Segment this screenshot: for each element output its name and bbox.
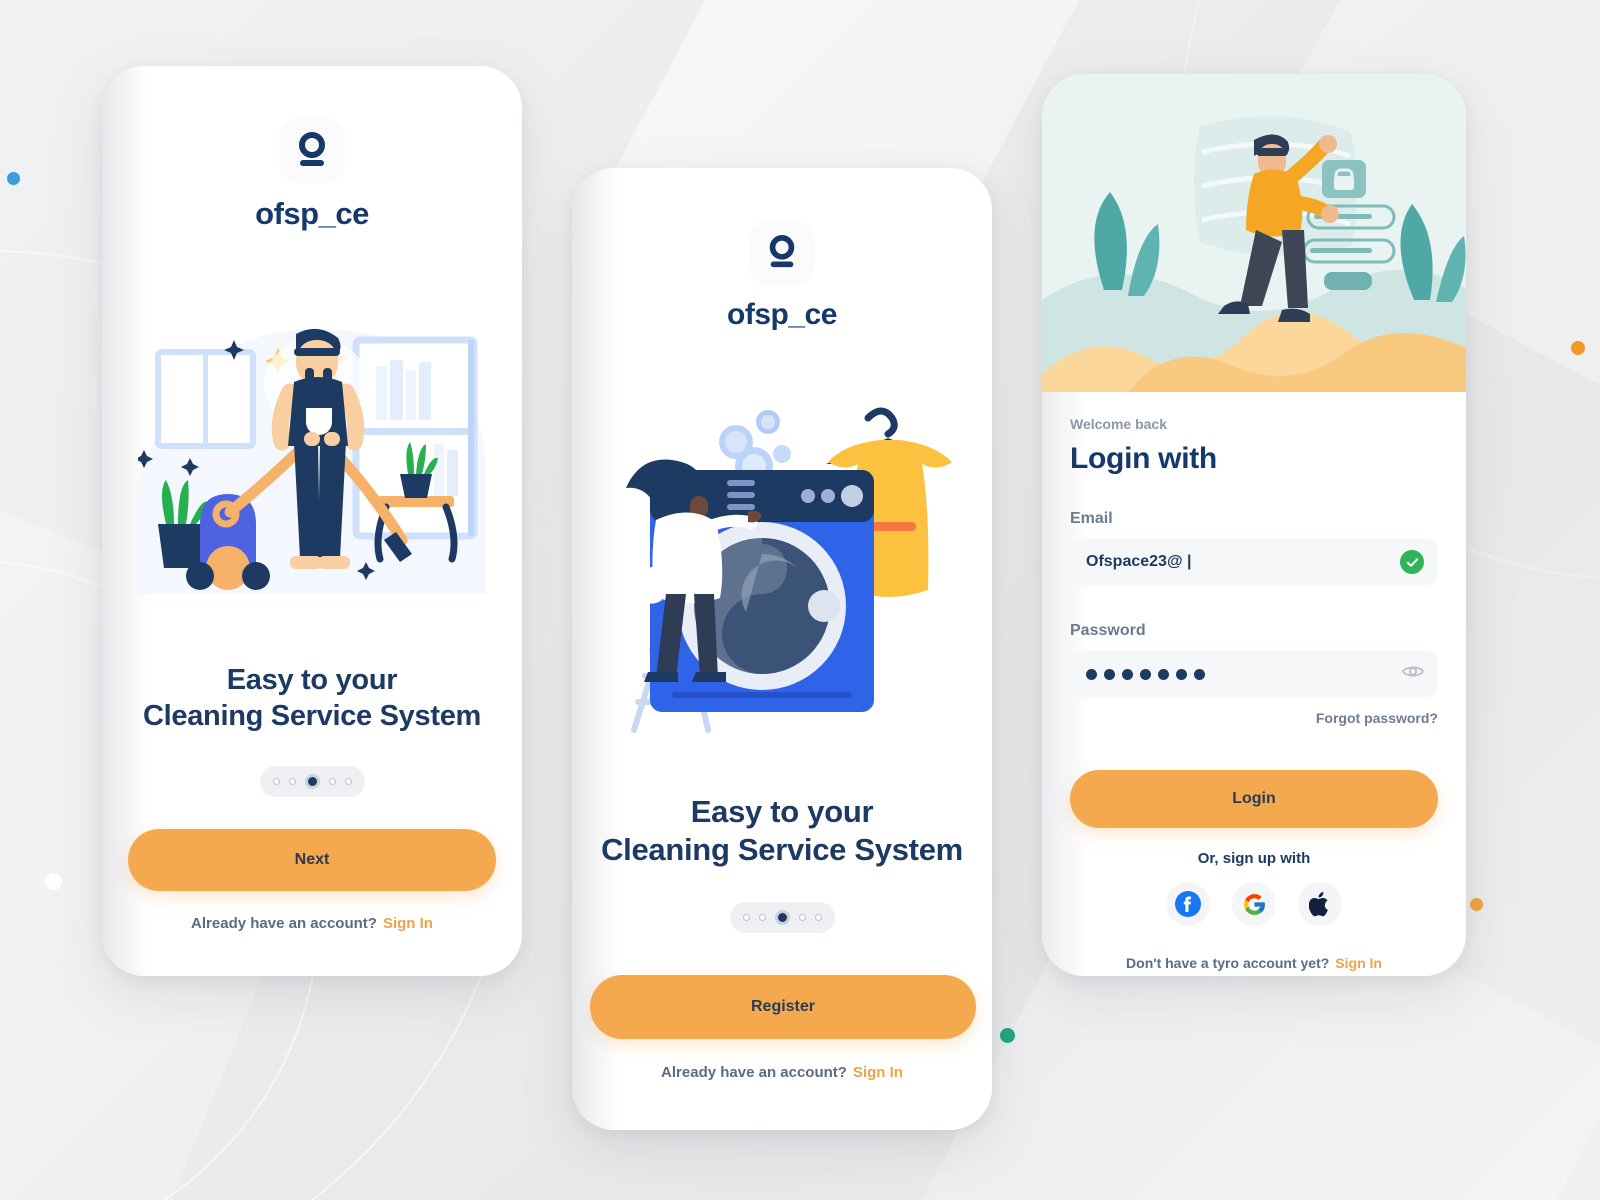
social-login-row bbox=[1042, 882, 1466, 926]
password-field[interactable] bbox=[1070, 651, 1438, 697]
email-field[interactable]: Ofspace23@ | bbox=[1070, 539, 1438, 585]
register-button[interactable]: Register bbox=[590, 975, 976, 1039]
sign-in-link[interactable]: Sign In bbox=[1335, 955, 1382, 971]
onboarding-2-headline: Easy to your Cleaning Service System bbox=[572, 793, 992, 869]
email-value: Ofspace23@ | bbox=[1086, 553, 1192, 570]
brand-name: ofsp_ce bbox=[727, 298, 837, 331]
page-dot-1[interactable] bbox=[742, 914, 750, 921]
cleaner-vacuuming-illustration bbox=[135, 324, 486, 594]
password-mask bbox=[1086, 668, 1205, 680]
sign-in-link[interactable]: Sign In bbox=[853, 1064, 903, 1081]
onboarding-1-footer: Already have an account? Sign In bbox=[102, 915, 522, 932]
login-form: Welcome back Login with Email Ofspace23@… bbox=[1042, 392, 1466, 976]
footer-text: Already have an account? bbox=[661, 1064, 847, 1081]
onboarding-2-footer: Already have an account? Sign In bbox=[572, 1064, 992, 1081]
login-footer: Don't have a tyro account yet? Sign In bbox=[1042, 955, 1466, 971]
or-sign-up-label: Or, sign up with bbox=[1197, 850, 1311, 867]
onboarding-screen-2: ofsp_ce Easy to your Cleaning Service Sy… bbox=[572, 168, 992, 1130]
circle-bar-logo-icon bbox=[279, 118, 345, 184]
page-dot-1[interactable] bbox=[272, 778, 280, 785]
google-icon[interactable] bbox=[1232, 882, 1276, 926]
footer-text: Don't have a tyro account yet? bbox=[1126, 955, 1330, 971]
sign-in-link[interactable]: Sign In bbox=[383, 915, 433, 932]
headline-line-1: Easy to your bbox=[226, 664, 398, 696]
headline-line-1: Easy to your bbox=[690, 794, 874, 829]
page-title: Login with bbox=[1070, 442, 1217, 475]
onboarding-2-pagination[interactable] bbox=[572, 902, 992, 933]
login-screen: Welcome back Login with Email Ofspace23@… bbox=[1042, 74, 1466, 976]
next-button[interactable]: Next bbox=[128, 829, 496, 891]
headline-line-2: Cleaning Service System bbox=[601, 832, 963, 868]
blue-dot bbox=[7, 172, 20, 185]
check-circle-icon bbox=[1400, 550, 1424, 574]
page-dot-2[interactable] bbox=[758, 914, 766, 921]
orange-dot-lower-right bbox=[1470, 898, 1483, 911]
page-dot-3-active[interactable] bbox=[774, 910, 790, 925]
mockup-canvas: ofsp_ce Easy to your Cleaning Service Sy… bbox=[0, 0, 1600, 1200]
man-login-form-illustration bbox=[1042, 74, 1466, 392]
forgot-password-link[interactable]: Forgot password? bbox=[1316, 710, 1438, 726]
email-label: Email bbox=[1070, 510, 1113, 527]
orange-dot-right bbox=[1571, 341, 1585, 355]
headline-line-2: Cleaning Service System bbox=[142, 699, 482, 732]
onboarding-1-headline: Easy to your Cleaning Service System bbox=[102, 663, 522, 734]
eye-icon[interactable] bbox=[1402, 664, 1424, 684]
footer-text: Already have an account? bbox=[191, 915, 377, 932]
brand-name: ofsp_ce bbox=[255, 196, 369, 231]
white-dot bbox=[45, 873, 62, 890]
welcome-text: Welcome back bbox=[1070, 416, 1168, 432]
apple-icon[interactable] bbox=[1298, 882, 1342, 926]
page-dot-5[interactable] bbox=[814, 914, 822, 921]
login-button[interactable]: Login bbox=[1070, 770, 1438, 828]
facebook-icon[interactable] bbox=[1166, 882, 1210, 926]
page-dot-2[interactable] bbox=[288, 778, 296, 785]
page-dot-4[interactable] bbox=[328, 778, 336, 785]
circle-bar-logo-icon bbox=[749, 220, 815, 286]
page-dot-3-active[interactable] bbox=[304, 774, 320, 789]
woman-washing-machine-illustration bbox=[612, 400, 960, 750]
onboarding-1-pagination[interactable] bbox=[102, 766, 522, 797]
brand-logo-block: ofsp_ce bbox=[102, 118, 522, 232]
brand-logo-block: ofsp_ce bbox=[572, 220, 992, 332]
password-label: Password bbox=[1070, 622, 1146, 639]
onboarding-screen-1: ofsp_ce Easy to your Cleaning Service Sy… bbox=[102, 66, 522, 976]
page-dot-5[interactable] bbox=[344, 778, 352, 785]
green-dot bbox=[1000, 1028, 1015, 1043]
page-dot-4[interactable] bbox=[798, 914, 806, 921]
